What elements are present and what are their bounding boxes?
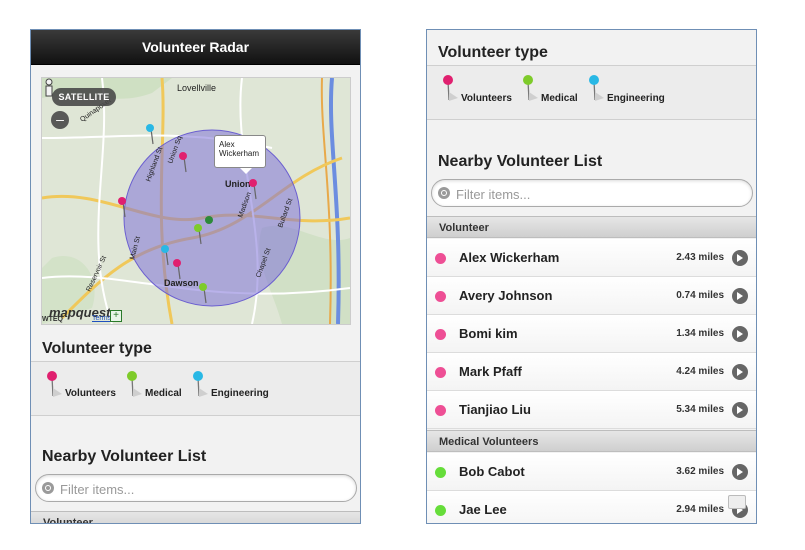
volunteer-name: Bomi kim (459, 326, 518, 341)
list-item[interactable]: Bob Cabot 3.62 miles (427, 453, 756, 491)
list-item[interactable]: Avery Johnson 0.74 miles (427, 277, 756, 315)
map-view[interactable]: Lovellville Union Sq Highland St Union M… (41, 77, 351, 325)
volunteer-distance: 2.43 miles (676, 252, 724, 263)
zoom-out-button[interactable]: – (51, 111, 69, 129)
share-icon[interactable] (728, 495, 746, 509)
chevron-right-icon[interactable] (732, 288, 748, 304)
volunteer-distance: 1.34 miles (676, 328, 724, 339)
volunteer-name: Bob Cabot (459, 464, 525, 479)
nearby-list-title: Nearby Volunteer List (42, 448, 207, 465)
group-header-volunteer: Volunteer (31, 511, 360, 523)
map-canvas: Lovellville Union Sq Highland St Union M… (42, 78, 350, 324)
volunteer-type-legend: Volunteers Medical Engineering (31, 361, 360, 416)
terms-link[interactable]: Terms (92, 315, 111, 322)
medical-dot-icon (435, 505, 446, 516)
satellite-button[interactable]: SATELLITE (52, 88, 116, 106)
volunteer-radar-panel: Volunteer Radar Lovellville Union Sq Hig (30, 29, 361, 524)
filter-input[interactable] (58, 478, 342, 500)
chevron-right-icon[interactable] (732, 250, 748, 266)
volunteer-name: Tianjiao Liu (459, 402, 531, 417)
group-header-volunteer: Volunteer (427, 216, 756, 238)
volunteer-name: Jae Lee (459, 502, 507, 517)
list-item[interactable]: Jae Lee 2.94 miles (427, 491, 756, 523)
volunteer-list-panel: Volunteer type Volunteers Medical Engine… (426, 29, 757, 524)
volunteer-name: Avery Johnson (459, 288, 553, 303)
streetview-person-icon[interactable] (42, 78, 56, 98)
filter-input[interactable] (454, 183, 738, 205)
chevron-right-icon[interactable] (732, 364, 748, 380)
volunteer-distance: 3.62 miles (676, 466, 724, 477)
map-pin-medical-dark[interactable] (205, 216, 213, 224)
volunteer-dot-icon (435, 253, 446, 264)
volunteer-type-title: Volunteer type (42, 340, 152, 357)
search-icon (438, 187, 450, 199)
volunteer-distance: 4.24 miles (676, 366, 724, 377)
pink-pin-icon (443, 75, 458, 101)
pink-pin-icon (47, 371, 62, 397)
search-icon (42, 482, 54, 494)
volunteer-name: Alex Wickerham (459, 250, 560, 265)
volunteer-type-title: Volunteer type (438, 44, 548, 61)
green-pin-icon (523, 75, 538, 101)
app-title: Volunteer Radar (31, 30, 360, 65)
volunteer-distance: 0.74 miles (676, 290, 724, 301)
chevron-right-icon[interactable] (732, 326, 748, 342)
volunteer-dot-icon (435, 405, 446, 416)
list-item[interactable]: Bomi kim 1.34 miles (427, 315, 756, 353)
volunteer-dot-icon (435, 329, 446, 340)
chevron-right-icon[interactable] (732, 464, 748, 480)
list-item[interactable]: Tianjiao Liu 5.34 miles (427, 391, 756, 429)
filter-bar (431, 179, 753, 207)
green-pin-icon (127, 371, 142, 397)
map-expand-icon[interactable]: + (110, 310, 122, 322)
group-header-medical: Medical Volunteers (427, 430, 756, 452)
volunteer-distance: 2.94 miles (676, 504, 724, 515)
list-item[interactable]: Alex Wickerham 2.43 miles (427, 239, 756, 277)
map-label-dawson: Dawson (164, 278, 199, 288)
list-item[interactable]: Mark Pfaff 4.24 miles (427, 353, 756, 391)
volunteer-dot-icon (435, 291, 446, 302)
blue-pin-icon (193, 371, 208, 397)
volunteer-name: Mark Pfaff (459, 364, 522, 379)
map-label-union: Union (225, 179, 251, 189)
blue-pin-icon (589, 75, 604, 101)
medical-dot-icon (435, 467, 446, 478)
volunteer-type-legend: Volunteers Medical Engineering (427, 65, 756, 120)
chevron-right-icon[interactable] (732, 402, 748, 418)
nearby-list-title: Nearby Volunteer List (438, 153, 603, 170)
volunteer-distance: 5.34 miles (676, 404, 724, 415)
map-label-lovellville: Lovellville (177, 83, 216, 93)
map-info-bubble: Alex Wickerham (214, 135, 266, 174)
filter-bar (35, 474, 357, 502)
volunteer-dot-icon (435, 367, 446, 378)
